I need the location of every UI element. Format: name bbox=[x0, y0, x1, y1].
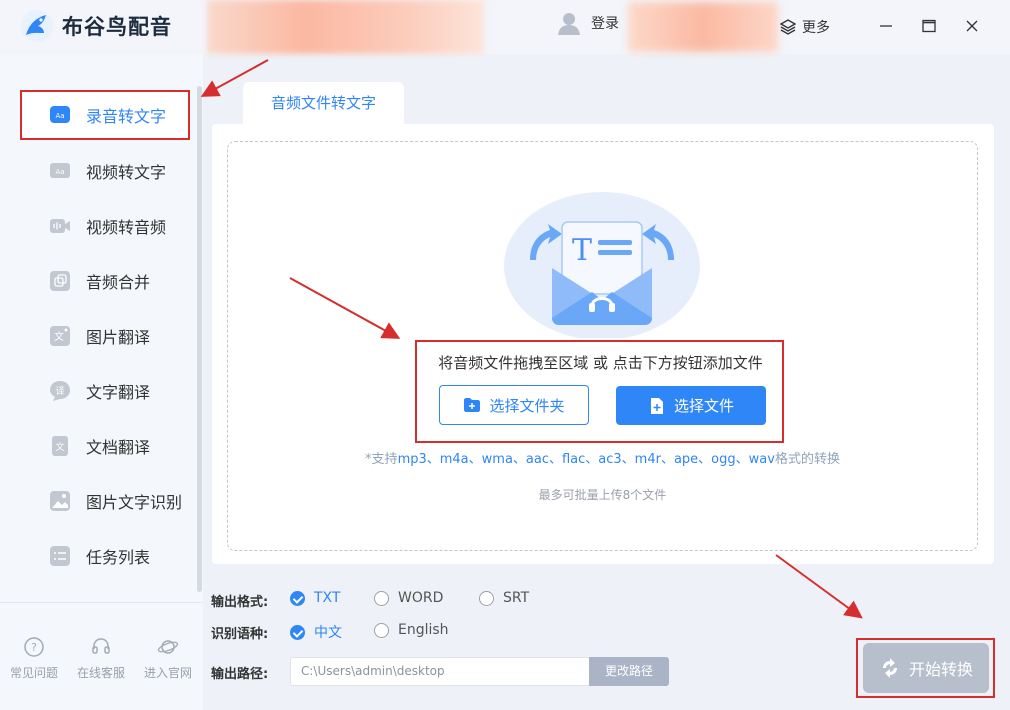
radio-checked-icon bbox=[290, 624, 305, 640]
sidebar-item-label: 任务列表 bbox=[86, 548, 151, 567]
blurred-region bbox=[207, 0, 484, 54]
svg-text:T: T bbox=[572, 233, 592, 268]
headset-icon bbox=[92, 638, 110, 654]
sidebar-item-task-list[interactable]: 任务列表 bbox=[20, 531, 190, 581]
max-files-text: 最多可批量上传8个文件 bbox=[538, 488, 667, 502]
format-option-word[interactable]: WORD bbox=[374, 590, 443, 606]
ocr-icon bbox=[50, 491, 70, 511]
merge-icon bbox=[50, 271, 70, 291]
tab-audio-to-text[interactable]: 音频文件转文字 bbox=[243, 82, 404, 124]
more-menu-button[interactable]: 更多 bbox=[780, 17, 830, 37]
arrow-to-start-button bbox=[775, 554, 863, 619]
sidebar-item-label: 图片翻译 bbox=[86, 328, 151, 347]
format-option-txt[interactable]: TXT bbox=[290, 590, 340, 606]
layers-icon bbox=[780, 19, 796, 35]
output-format-label: 输出格式: bbox=[211, 595, 269, 610]
text-translate-icon: 译 bbox=[50, 381, 70, 401]
svg-text:Aa: Aa bbox=[55, 168, 64, 176]
faq-label: 常见问题 bbox=[9, 666, 58, 680]
sidebar-item-image-translate[interactable]: 文 图片翻译 bbox=[20, 311, 190, 361]
svg-text:?: ? bbox=[31, 641, 37, 654]
sidebar-item-video-to-text[interactable]: Aa 视频转文字 bbox=[20, 146, 190, 196]
sidebar-scrollbar[interactable] bbox=[197, 86, 202, 592]
login-button[interactable]: 登录 bbox=[556, 10, 619, 36]
svg-text:Aa: Aa bbox=[55, 112, 64, 120]
sidebar-item-audio-to-text[interactable]: Aa 录音转文字 bbox=[20, 90, 190, 140]
language-label: 识别语种: bbox=[211, 627, 269, 642]
radio-unchecked-icon bbox=[374, 590, 389, 606]
highlight-box-file-buttons bbox=[415, 340, 784, 443]
sidebar-item-label: 文档翻译 bbox=[86, 438, 151, 457]
radio-unchecked-icon bbox=[479, 590, 494, 606]
support-format-list: mp3、m4a、wma、aac、flac、ac3、m4r、ape、ogg、wav bbox=[397, 452, 775, 467]
online-support-label: 在线客服 bbox=[76, 666, 125, 680]
output-path-label: 输出路径: bbox=[211, 667, 269, 682]
format-option-label: WORD bbox=[398, 590, 444, 606]
image-translate-icon: 文 bbox=[50, 326, 70, 346]
envelope-document-illustration: T bbox=[504, 192, 700, 338]
radio-unchecked-icon bbox=[374, 622, 389, 638]
supported-formats-text: *支持mp3、m4a、wma、aac、flac、ac3、m4r、ape、ogg、… bbox=[227, 448, 978, 467]
support-suffix: 格式的转换 bbox=[774, 452, 840, 467]
bird-logo-icon bbox=[21, 10, 53, 42]
sidebar-item-label: 录音转文字 bbox=[86, 107, 167, 126]
output-path-field[interactable]: C:\Users\admin\desktop bbox=[290, 657, 590, 686]
format-option-label: TXT bbox=[314, 590, 341, 606]
user-avatar-icon bbox=[558, 13, 580, 35]
maximize-icon[interactable] bbox=[921, 18, 937, 34]
brand: 布谷鸟配音 bbox=[20, 9, 172, 43]
svg-text:译: 译 bbox=[55, 386, 64, 397]
official-site-link[interactable]: 进入官网 bbox=[138, 636, 198, 681]
svg-text:文: 文 bbox=[54, 330, 64, 343]
language-option-label: 中文 bbox=[314, 625, 342, 641]
more-label: 更多 bbox=[802, 20, 830, 36]
aa-text-icon: Aa bbox=[50, 106, 70, 123]
blurred-region bbox=[628, 2, 778, 52]
close-icon[interactable] bbox=[964, 18, 980, 34]
faq-link[interactable]: ? 常见问题 bbox=[4, 636, 64, 681]
title-bar: 布谷鸟配音 登录 更多 bbox=[0, 0, 1010, 54]
language-option-chinese[interactable]: 中文 bbox=[290, 622, 342, 642]
doc-translate-icon: 文 bbox=[52, 436, 68, 456]
language-option-english[interactable]: English bbox=[374, 622, 449, 638]
sidebar-item-label: 视频转音频 bbox=[86, 218, 167, 237]
format-option-srt[interactable]: SRT bbox=[479, 590, 529, 606]
support-prefix: *支持 bbox=[365, 452, 398, 467]
sidebar-item-text-translate[interactable]: 译 文字翻译 bbox=[20, 366, 190, 416]
sidebar-item-video-to-audio[interactable]: 视频转音频 bbox=[20, 201, 190, 251]
radio-checked-icon bbox=[290, 590, 305, 606]
task-list-icon bbox=[50, 546, 70, 566]
change-path-button[interactable]: 更改路径 bbox=[589, 657, 669, 686]
sidebar-item-doc-translate[interactable]: 文 文档翻译 bbox=[20, 421, 190, 471]
sidebar-item-audio-merge[interactable]: 音频合并 bbox=[20, 256, 190, 306]
sidebar-item-label: 视频转文字 bbox=[86, 163, 167, 182]
sidebar-item-label: 图片文字识别 bbox=[86, 493, 183, 512]
planet-icon bbox=[157, 640, 179, 654]
svg-text:文: 文 bbox=[55, 441, 64, 453]
official-site-label: 进入官网 bbox=[143, 666, 192, 680]
minimize-icon[interactable] bbox=[878, 18, 894, 34]
aa-video-icon: Aa bbox=[50, 163, 70, 178]
sidebar-item-label: 音频合并 bbox=[86, 273, 151, 292]
sidebar-item-label: 文字翻译 bbox=[86, 383, 151, 402]
help-icon: ? bbox=[24, 637, 44, 657]
online-support-link[interactable]: 在线客服 bbox=[71, 636, 131, 681]
language-option-label: English bbox=[398, 622, 449, 638]
login-label: 登录 bbox=[591, 16, 619, 32]
sidebar-item-ocr[interactable]: 图片文字识别 bbox=[20, 476, 190, 526]
app-name: 布谷鸟配音 bbox=[62, 15, 172, 39]
format-option-label: SRT bbox=[503, 590, 530, 606]
sidebar-divider bbox=[0, 602, 203, 603]
video-audio-icon bbox=[50, 219, 70, 233]
highlight-box-start-button bbox=[856, 638, 995, 698]
